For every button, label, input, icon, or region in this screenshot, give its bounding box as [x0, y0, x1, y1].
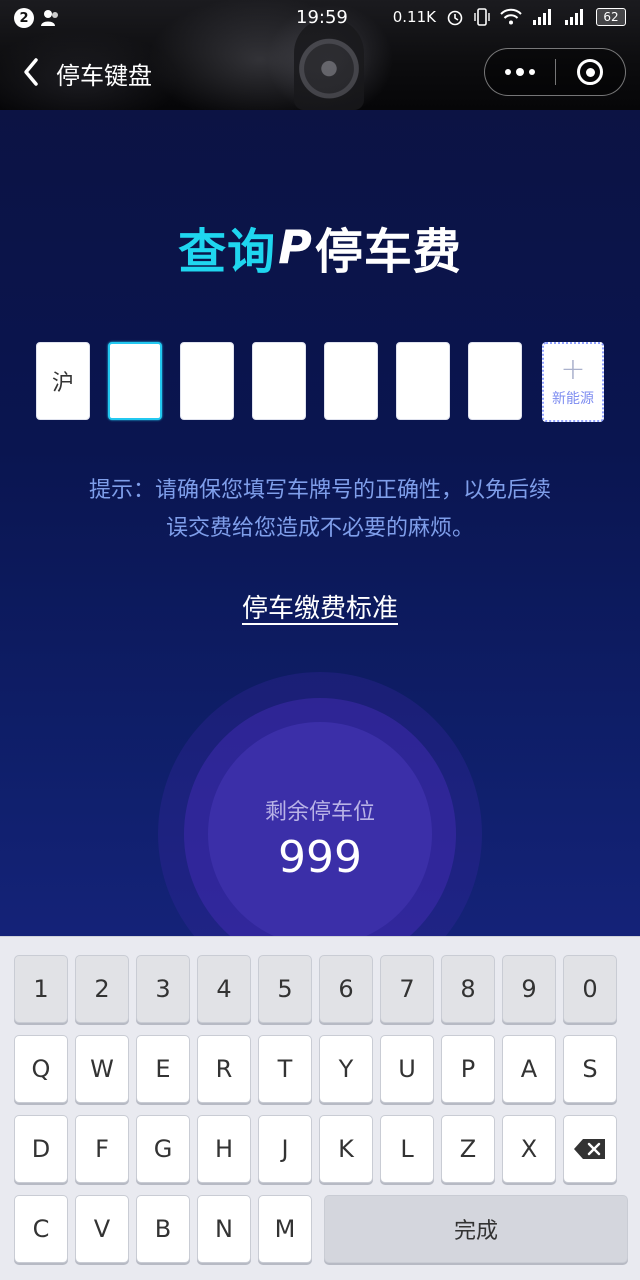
plate-slot-1[interactable] — [108, 342, 162, 420]
key-x[interactable]: X — [502, 1115, 556, 1183]
status-time: 19:59 — [296, 7, 348, 28]
more-button[interactable] — [485, 48, 555, 96]
delete-key[interactable] — [563, 1115, 617, 1183]
logo-query-text: 查询 — [178, 224, 277, 280]
close-button[interactable] — [556, 48, 626, 96]
key-0[interactable]: 0 — [563, 955, 617, 1023]
key-m[interactable]: M — [258, 1195, 312, 1263]
plus-icon: + — [560, 352, 586, 387]
key-q[interactable]: Q — [14, 1035, 68, 1103]
plate-keyboard: 1 2 3 4 5 6 7 8 9 0 Q W E R T Y U P A S … — [0, 936, 640, 1280]
done-button[interactable]: 完成 — [324, 1195, 628, 1263]
key-u[interactable]: U — [380, 1035, 434, 1103]
key-6[interactable]: 6 — [319, 955, 373, 1023]
signal-icon-2 — [565, 9, 583, 25]
chevron-left-icon[interactable] — [20, 56, 44, 88]
key-a[interactable]: A — [502, 1035, 556, 1103]
key-5[interactable]: 5 — [258, 955, 312, 1023]
key-l[interactable]: L — [380, 1115, 434, 1183]
key-g[interactable]: G — [136, 1115, 190, 1183]
key-3[interactable]: 3 — [136, 955, 190, 1023]
more-dots-icon — [504, 69, 511, 75]
key-c[interactable]: C — [14, 1195, 68, 1263]
signal-icon — [533, 9, 551, 25]
key-y[interactable]: Y — [319, 1035, 373, 1103]
new-energy-slot[interactable]: + 新能源 — [542, 342, 604, 422]
key-h[interactable]: H — [197, 1115, 251, 1183]
key-k[interactable]: K — [319, 1115, 373, 1183]
page-title: 停车键盘 — [56, 62, 152, 90]
plate-slot-4[interactable] — [324, 342, 378, 420]
status-bar: 2 19:59 0.11K 62 — [0, 0, 640, 36]
remaining-spaces-label: 剩余停车位 — [264, 800, 375, 825]
parking-fee-standard-link[interactable]: 停车缴费标准 — [0, 588, 640, 625]
hint-text: 提示：请确保您填写车牌号的正确性，以免后续 误交费给您造成不必要的麻烦。 — [40, 472, 600, 548]
person-icon — [41, 10, 58, 26]
target-close-icon-dot — [585, 67, 595, 77]
status-right: 0.11K 62 — [393, 7, 626, 27]
key-8[interactable]: 8 — [441, 955, 495, 1023]
app-logo: 查询 P 停车费 — [0, 212, 640, 282]
mini-program-capsule — [484, 48, 626, 96]
alarm-icon — [447, 10, 463, 26]
plate-province-slot[interactable]: 沪 — [36, 342, 90, 420]
key-z[interactable]: Z — [441, 1115, 495, 1183]
key-v[interactable]: V — [75, 1195, 129, 1263]
logo-fee-text: 停车费 — [314, 224, 462, 280]
plate-slot-5[interactable] — [396, 342, 450, 420]
plate-slot-6[interactable] — [468, 342, 522, 420]
key-d[interactable]: D — [14, 1115, 68, 1183]
battery-indicator: 62 — [596, 8, 626, 26]
key-p[interactable]: P — [441, 1035, 495, 1103]
screen: 2 19:59 0.11K 62 停车键盘 查询 P 停车费 沪 + 新能源 提… — [0, 0, 640, 1280]
key-2[interactable]: 2 — [75, 955, 129, 1023]
key-w[interactable]: W — [75, 1035, 129, 1103]
wifi-icon — [500, 8, 522, 25]
key-4[interactable]: 4 — [197, 955, 251, 1023]
hint-line-1: 提示：请确保您填写车牌号的正确性，以免后续 — [88, 478, 551, 503]
key-n[interactable]: N — [197, 1195, 251, 1263]
key-7[interactable]: 7 — [380, 955, 434, 1023]
header-banner: 2 19:59 0.11K 62 停车键盘 — [0, 0, 640, 110]
logo-parking-p: P — [278, 220, 313, 274]
key-9[interactable]: 9 — [502, 955, 556, 1023]
key-f[interactable]: F — [75, 1115, 129, 1183]
key-e[interactable]: E — [136, 1035, 190, 1103]
key-b[interactable]: B — [136, 1195, 190, 1263]
backspace-icon — [574, 1139, 605, 1159]
notification-badge: 2 — [14, 8, 34, 28]
key-s[interactable]: S — [563, 1035, 617, 1103]
more-dots-icon-right — [528, 69, 535, 75]
network-speed: 0.11K — [392, 8, 436, 26]
key-t[interactable]: T — [258, 1035, 312, 1103]
plate-input-row: 沪 + 新能源 — [0, 342, 640, 422]
hint-line-2: 误交费给您造成不必要的麻烦。 — [165, 516, 474, 541]
plate-slot-3[interactable] — [252, 342, 306, 420]
vibrate-icon — [474, 8, 490, 26]
key-1[interactable]: 1 — [14, 955, 68, 1023]
plate-slot-2[interactable] — [180, 342, 234, 420]
new-energy-label: 新能源 — [552, 391, 594, 407]
target-close-icon — [577, 59, 604, 85]
key-r[interactable]: R — [197, 1035, 251, 1103]
remaining-spaces-count: 999 — [278, 832, 362, 883]
status-left: 2 — [14, 8, 60, 28]
more-dots-icon-center — [515, 68, 524, 76]
key-j[interactable]: J — [258, 1115, 312, 1183]
